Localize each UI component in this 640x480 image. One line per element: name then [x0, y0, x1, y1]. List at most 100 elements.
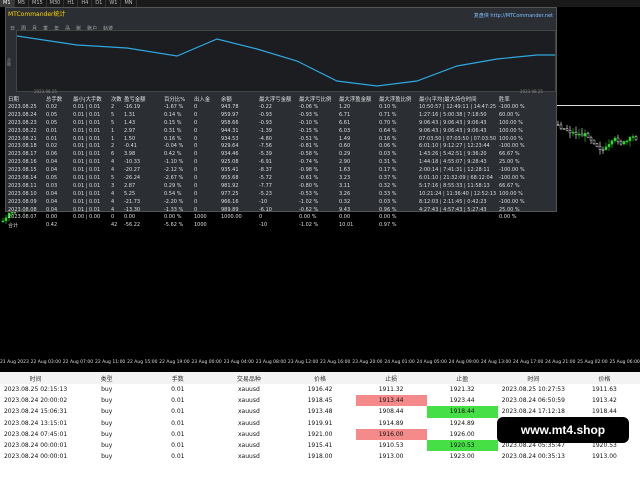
candle-body — [628, 137, 632, 142]
stats-cell: 0 — [194, 167, 198, 174]
stats-cell: 66.67 % — [499, 151, 520, 158]
timeframe-w1[interactable]: W1 — [106, 0, 122, 7]
stats-cell: 0.05 — [46, 111, 58, 118]
timeframe-h1[interactable]: H1 — [64, 0, 79, 7]
time-axis-tick: 23 Aug 20:00 — [352, 360, 383, 365]
panel-title: MTCommander统计 — [8, 11, 66, 18]
stats-cell: 0.64 % — [379, 127, 397, 134]
trade-header[interactable]: 时间 — [497, 372, 569, 384]
stats-row: 2023.08.15 0.04 0.01 | 0.01 4 -20.27 -2.12 % 0… — [8, 166, 536, 174]
stats-cell: 1.49 — [339, 135, 351, 142]
stats-cell: 0.37 % — [379, 174, 397, 181]
stats-cell: 5 — [111, 111, 115, 118]
trade-header[interactable]: 止盈 — [426, 372, 498, 384]
trade-cell: 0.01 — [171, 397, 185, 405]
stats-cell: 0.00 — [124, 214, 136, 221]
time-axis-tick: 22 Aug 19:00 — [159, 360, 190, 365]
trade-row[interactable]: 2023.08.25 02:15:13 buy 0.01 xauusd 1916.42 1… — [0, 384, 640, 395]
stats-cell: 0.03 — [46, 182, 58, 189]
stats-cell: -6.10 — [259, 206, 272, 213]
stats-row: 2023.08.08 0.04 0.01 | 0.01 4 -13.30 -1.33 % 0… — [8, 206, 536, 214]
trade-cell: 1913.48 — [307, 408, 333, 416]
trade-cell: 0.01 — [171, 419, 185, 427]
stats-cell: 100.00 % — [499, 127, 523, 134]
trade-cell: 0.01 — [171, 430, 185, 438]
stats-cell: 0.00 — [339, 214, 351, 221]
timeframe-mn[interactable]: MN — [121, 0, 137, 7]
stats-cell: -56.22 — [124, 222, 141, 229]
stats-cell: 0 — [194, 111, 198, 118]
stats-cell: 966.16 — [221, 198, 239, 205]
stats-cell: -0.10 % — [299, 119, 319, 126]
stats-cell: 2023.08.18 — [8, 143, 37, 150]
stats-header: 盈亏金额 — [124, 96, 146, 103]
stats-cell: 0.01 | 0.01 — [73, 119, 101, 126]
timeframe-m30[interactable]: M30 — [47, 0, 65, 7]
trade-header[interactable]: 时间 — [0, 372, 72, 384]
candle-body — [571, 131, 575, 134]
stats-cell: 2023.08.07 — [8, 214, 37, 221]
trade-header[interactable]: 手数 — [142, 372, 214, 384]
time-axis-tick: 23 Aug 08:00 — [255, 360, 287, 365]
timeframe-toolbar: M1 M5 M15 M30 H1 H4 D1 W1 MN — [0, 0, 640, 7]
stats-row: 2023.08.11 0.03 0.01 | 0.01 3 2.87 0.29 % 0 981… — [8, 182, 536, 190]
stats-cell: -7.77 — [259, 182, 272, 189]
trade-header[interactable]: 交易品种 — [213, 372, 285, 384]
stats-cell: 934.46 — [221, 151, 239, 158]
trade-header[interactable]: 价格 — [568, 372, 640, 384]
time-axis-tick: 24 Aug 09:00 — [448, 360, 480, 365]
stats-cell: -5.72 — [259, 174, 272, 181]
candle-body — [562, 128, 566, 130]
trade-cell: buy — [101, 453, 113, 461]
stats-cell: 60.00 % — [499, 111, 520, 118]
stats-cell: 0.15 % — [164, 119, 182, 126]
candle-body — [565, 128, 569, 131]
trade-cell: 1915.41 — [307, 442, 333, 450]
stats-cell: 10:21:24 | 11:36:40 | 12:52:13 — [419, 190, 497, 197]
trade-cell: 1916.00 — [355, 428, 427, 440]
stats-cell — [221, 221, 259, 229]
trade-row[interactable]: 2023.08.24 15:06:31 buy 0.01 xauusd 1913.48 1… — [0, 406, 640, 418]
trade-header[interactable]: 止损 — [355, 372, 427, 384]
stats-cell: -6.91 — [259, 159, 272, 166]
timeframe-m5[interactable]: M5 — [15, 0, 29, 7]
stats-cell: 3 — [111, 182, 115, 189]
stats-cell: 0.02 — [46, 143, 58, 150]
stats-cell: 0.54 % — [164, 190, 182, 197]
stats-cell: 1000.00 — [221, 214, 242, 221]
candle-body — [601, 149, 605, 151]
trade-cell: 1913.44 — [355, 395, 427, 407]
stats-header: 余额 — [221, 96, 232, 103]
trade-row[interactable]: 2023.08.24 00:00:01 buy 0.01 xauusd 1918.00 1… — [0, 451, 640, 462]
stats-cell: 0.01 | 0.01 — [73, 190, 101, 197]
trade-header[interactable]: 价格 — [284, 372, 356, 384]
trade-row[interactable]: 2023.08.24 20:00:02 buy 0.01 xauusd 1918.45 1… — [0, 395, 640, 407]
stats-cell — [419, 213, 499, 221]
stats-cell — [499, 221, 536, 229]
candle-body — [586, 132, 590, 138]
trade-cell: 1920.53 — [426, 439, 498, 452]
candle-body — [619, 141, 623, 145]
panel-tab[interactable]: 日 — [10, 25, 15, 32]
stats-cell: -0.22 — [259, 103, 272, 110]
timeframe-m1[interactable]: M1 — [0, 0, 15, 7]
trade-cell: 2023.08.25 10:27:53 — [501, 386, 565, 394]
stats-cell: 0.01 | 0.01 — [73, 143, 101, 150]
stats-cell: 977.25 — [221, 190, 239, 197]
stats-cell: -0.74 % — [299, 159, 319, 166]
timeframe-d1[interactable]: D1 — [92, 0, 107, 7]
trade-cell: 1919.91 — [307, 419, 333, 427]
timeframe-h4[interactable]: H4 — [78, 0, 93, 7]
trade-header[interactable]: 类型 — [71, 372, 143, 384]
stats-cell: 0.04 — [46, 206, 58, 213]
stats-cell: 0.32 % — [379, 182, 397, 189]
stats-row: 合计 0.42 42 -56.22 -5.62 % 1000 -10 -1.02 % 10.01… — [8, 221, 536, 229]
stats-header: 总手数 — [46, 96, 63, 103]
stats-cell: 1000 — [194, 222, 207, 229]
stats-cell: 2023.08.23 — [8, 119, 37, 126]
stats-cell: 0.31 % — [164, 127, 182, 134]
panel-site-link[interactable]: 复盘侠 http://MTCommander.net — [474, 12, 553, 19]
stats-cell: -0.81 % — [299, 143, 319, 150]
timeframe-m15[interactable]: M15 — [29, 0, 47, 7]
stats-cell: 0.01 — [46, 127, 58, 134]
